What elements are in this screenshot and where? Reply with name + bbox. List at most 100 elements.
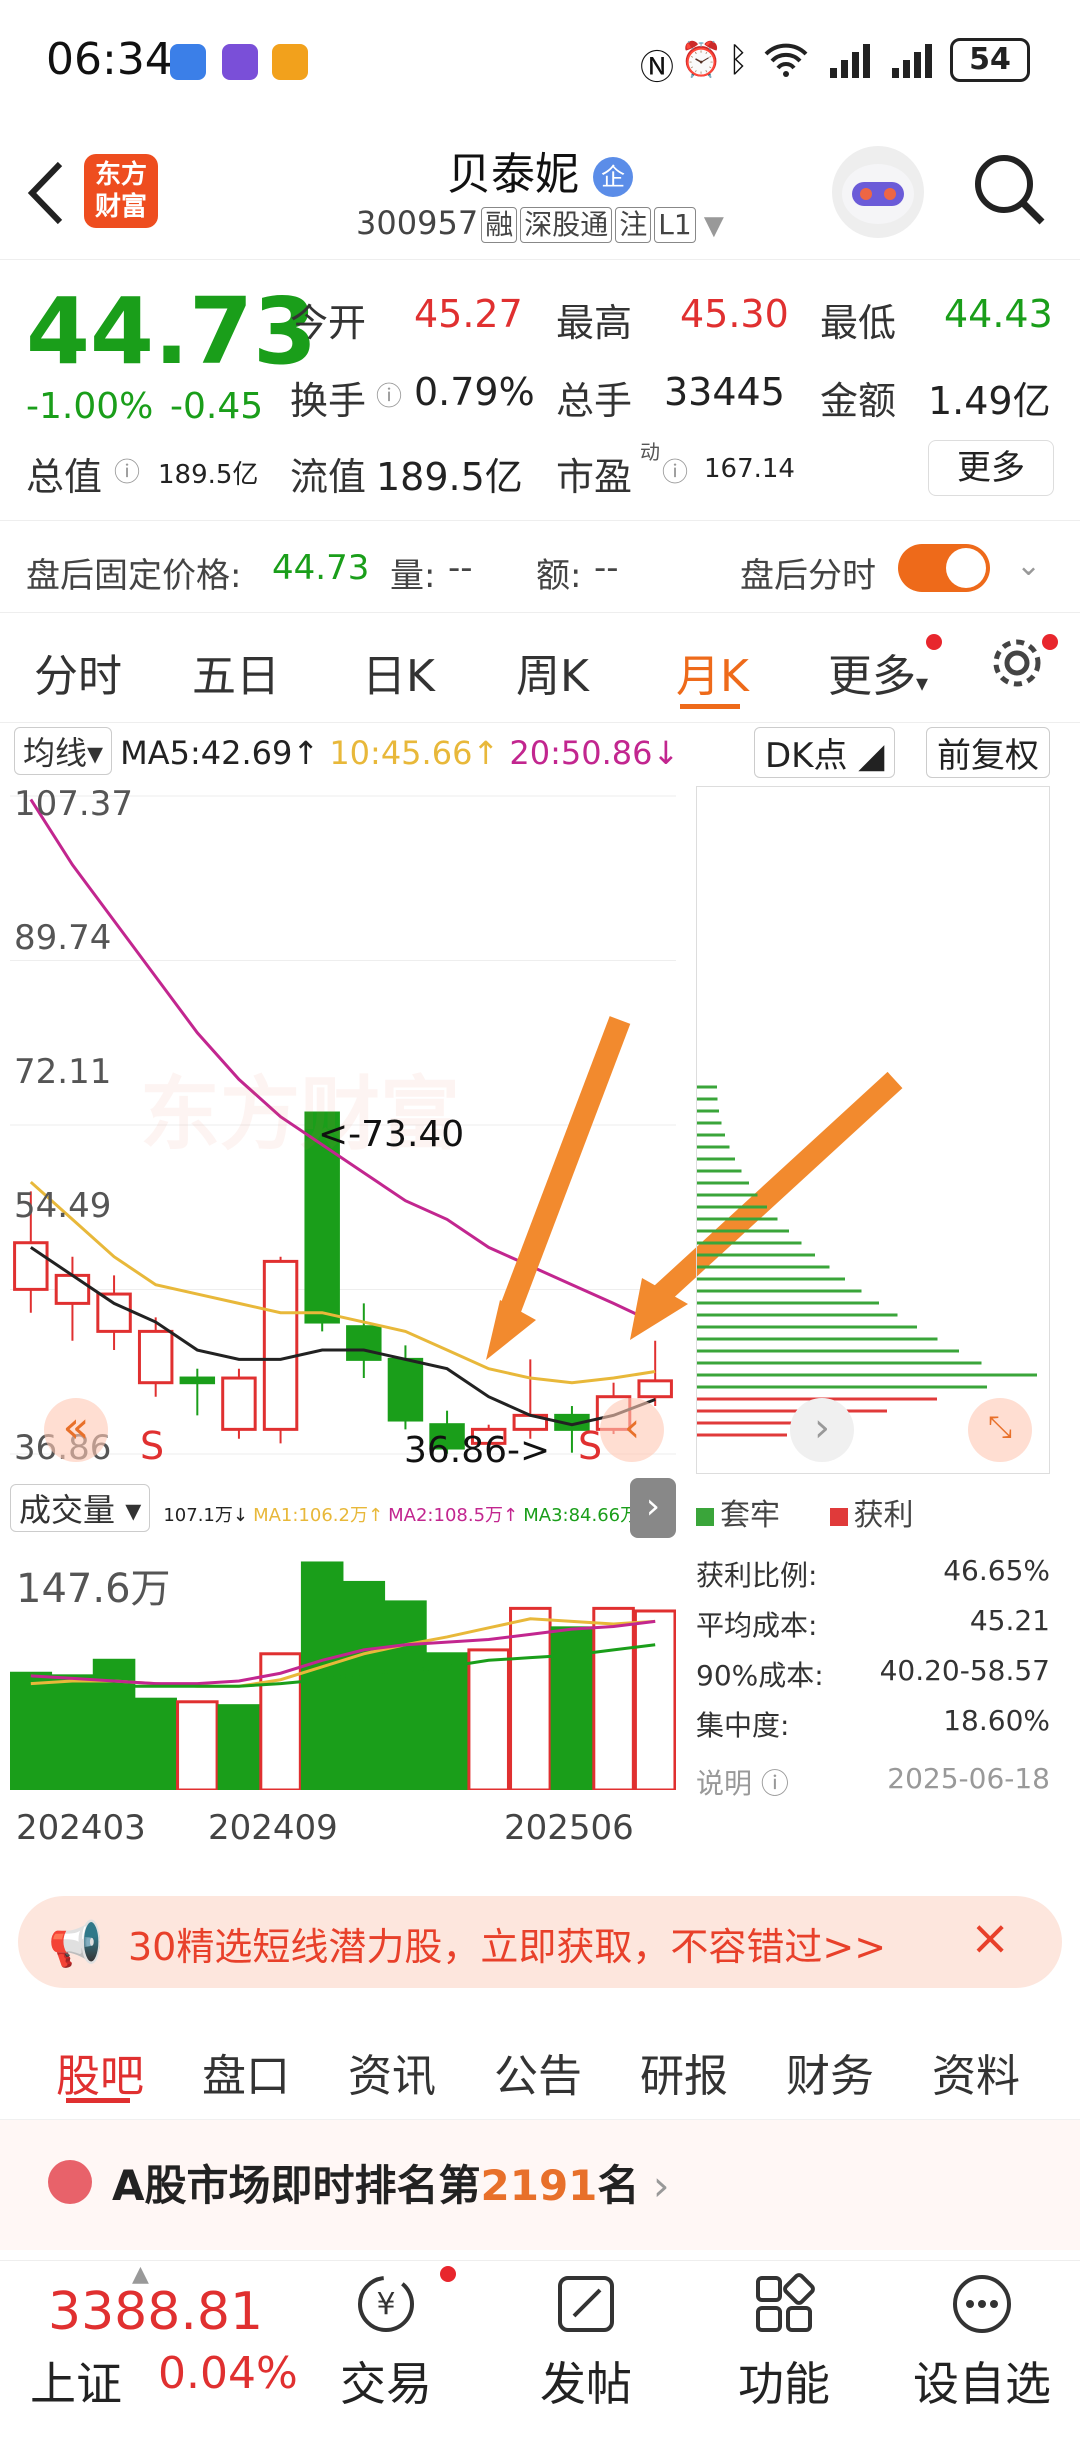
gear-icon[interactable] [988,634,1046,696]
candle [179,1376,216,1385]
candle [13,1241,49,1291]
avg-cost-label: 平均成本: [696,1609,818,1642]
app-icon [222,44,258,80]
after-hours-label: 盘后固定价格: [26,556,242,596]
nav-post[interactable]: 发帖 [506,2348,666,2414]
signal-icon-2 [890,40,940,89]
chip-note-row[interactable]: 说明 ⓘ 2025-06-18 [696,1762,1050,1802]
banner-text: 30精选短线潜力股，立即获取，不容错过>> [128,1925,887,1969]
cost90-label: 90%成本: [696,1659,824,1692]
stock-code: 300957 [356,204,479,242]
divider [0,520,1080,521]
tab-forum[interactable]: 股吧 [56,2040,144,2104]
scroll-prev-button[interactable]: ‹ [600,1398,664,1462]
tab-research[interactable]: 研报 [640,2040,728,2104]
volume-selector-label: 成交量 [19,1491,116,1529]
volume-header: 成交量 ▾ 107.1万↓ MA1:106.2万↑ MA2:108.5万↑ MA… [10,1484,676,1536]
expand-panel-button[interactable]: › [630,1478,676,1538]
volume-bar [10,1671,53,1790]
chevron-down-icon[interactable]: ⌄ [1016,548,1041,583]
tab-daily-k[interactable]: 日K [362,640,435,704]
sell-signal: S [578,1424,603,1468]
volume-label: 总手 [556,379,633,423]
more-button[interactable]: 更多 [928,440,1054,496]
volume-ma2: MA2:108.5万↑ [388,1505,519,1526]
tab-announcements[interactable]: 公告 [494,2040,582,2104]
chip-legend: 套牢 获利 [696,1490,914,1534]
stock-detail-screen: { "status": {"time": "06:34", "battery":… [0,0,1080,2440]
tab-more[interactable]: 更多▾ [828,640,928,704]
amount-value: 1.49亿 [928,379,1051,423]
nav-trade[interactable]: 交易 [306,2348,466,2414]
tab-finance[interactable]: 财务 [786,2040,874,2104]
profit-ratio-row: 获利比例: 46.65% [696,1554,1050,1594]
tag-level: L1 [654,207,696,243]
volume-bar [384,1600,427,1790]
index-value[interactable]: 3388.81 [48,2282,263,2342]
concentration-value: 18.60% [943,1704,1050,1737]
tab-five-day[interactable]: 五日 [192,640,280,704]
market-rank-card[interactable]: A股市场即时排名第2191名 › [0,2120,1080,2250]
scroll-left-button[interactable]: « [44,1398,108,1462]
concentration-row: 集中度: 18.60% [696,1704,1050,1744]
trade-icon[interactable]: ¥ [354,2272,418,2340]
volume-bar [176,1700,219,1790]
close-icon[interactable]: × [970,1910,1010,1966]
y-tick-label: 72.11 [14,1052,112,1092]
baidu-icon [170,44,206,80]
chip-distribution-panel[interactable] [696,786,1050,1474]
enterprise-badge: 企 [593,157,633,197]
tab-weekly-k[interactable]: 周K [516,640,589,704]
volume-bar [342,1580,386,1790]
info-icon[interactable]: ⓘ [114,452,140,489]
more-dots-icon[interactable] [950,2272,1014,2340]
chip-next-button[interactable]: › [790,1398,854,1462]
x-tick-label: 202409 [208,1808,338,1848]
notification-dot [926,634,942,650]
index-change: 0.04% [158,2348,298,2399]
low-value: 44.43 [944,292,1053,336]
nfc-icon: Ⓝ [640,48,674,88]
active-tab-indicator [66,2098,130,2103]
ma5-value: MA5:42.69 [120,734,293,772]
tab-timeshare[interactable]: 分时 [34,640,122,704]
ma-selector-label: 均线 [23,734,88,772]
candle [637,1379,673,1399]
ma10-value: 10:45.66 [329,734,473,772]
search-icon[interactable] [970,150,1050,234]
info-icon[interactable]: ⓘ [662,452,688,489]
play-icon [272,44,308,80]
x-tick-label: 202506 [504,1808,634,1848]
rank-prefix: A股市场即时排名第 [112,2161,481,2210]
timeshare-toggle[interactable] [898,544,990,592]
rank-number: 2191 [480,2161,598,2210]
ma-selector[interactable]: 均线▾ [14,727,113,775]
ma-legend-row: 均线▾ MA5:42.69↑ 10:45.66↑ 20:50.86↓ [14,727,679,775]
robot-avatar[interactable] [832,146,924,238]
tab-monthly-k[interactable]: 月K [676,640,749,704]
tab-profile[interactable]: 资料 [932,2040,1020,2104]
expand-icon[interactable]: ⤡ [968,1398,1032,1462]
info-icon[interactable]: ⓘ [376,376,402,413]
tab-news[interactable]: 资讯 [348,2040,436,2104]
high-label: 最高 [556,301,633,345]
promo-banner[interactable]: 📢 30精选短线潜力股，立即获取，不容错过>> × [18,1896,1062,1988]
adjust-button[interactable]: 前复权 [926,727,1050,778]
amount-label: 金额 [820,379,897,423]
volume-bar [633,1609,676,1790]
candle [346,1325,382,1361]
tab-orderbook[interactable]: 盘口 [202,2040,290,2104]
nav-add-watchlist[interactable]: 设自选 [902,2348,1062,2414]
mktcap-value: 189.5亿 [158,460,259,490]
dk-point-button[interactable]: DK点 ◢ [754,727,896,778]
turnover-label: 换手 [290,379,367,423]
notification-dot [1042,634,1058,650]
pe-dynamic-mark: 动 [640,440,660,464]
change-amount: -0.45 [170,386,264,427]
volume-selector[interactable]: 成交量 ▾ [10,1484,151,1532]
function-icon[interactable] [752,2272,816,2340]
after-hours-price: 44.73 [272,548,370,588]
x-tick-label: 202403 [16,1808,146,1848]
post-icon[interactable] [554,2272,618,2340]
nav-function[interactable]: 功能 [704,2348,864,2414]
